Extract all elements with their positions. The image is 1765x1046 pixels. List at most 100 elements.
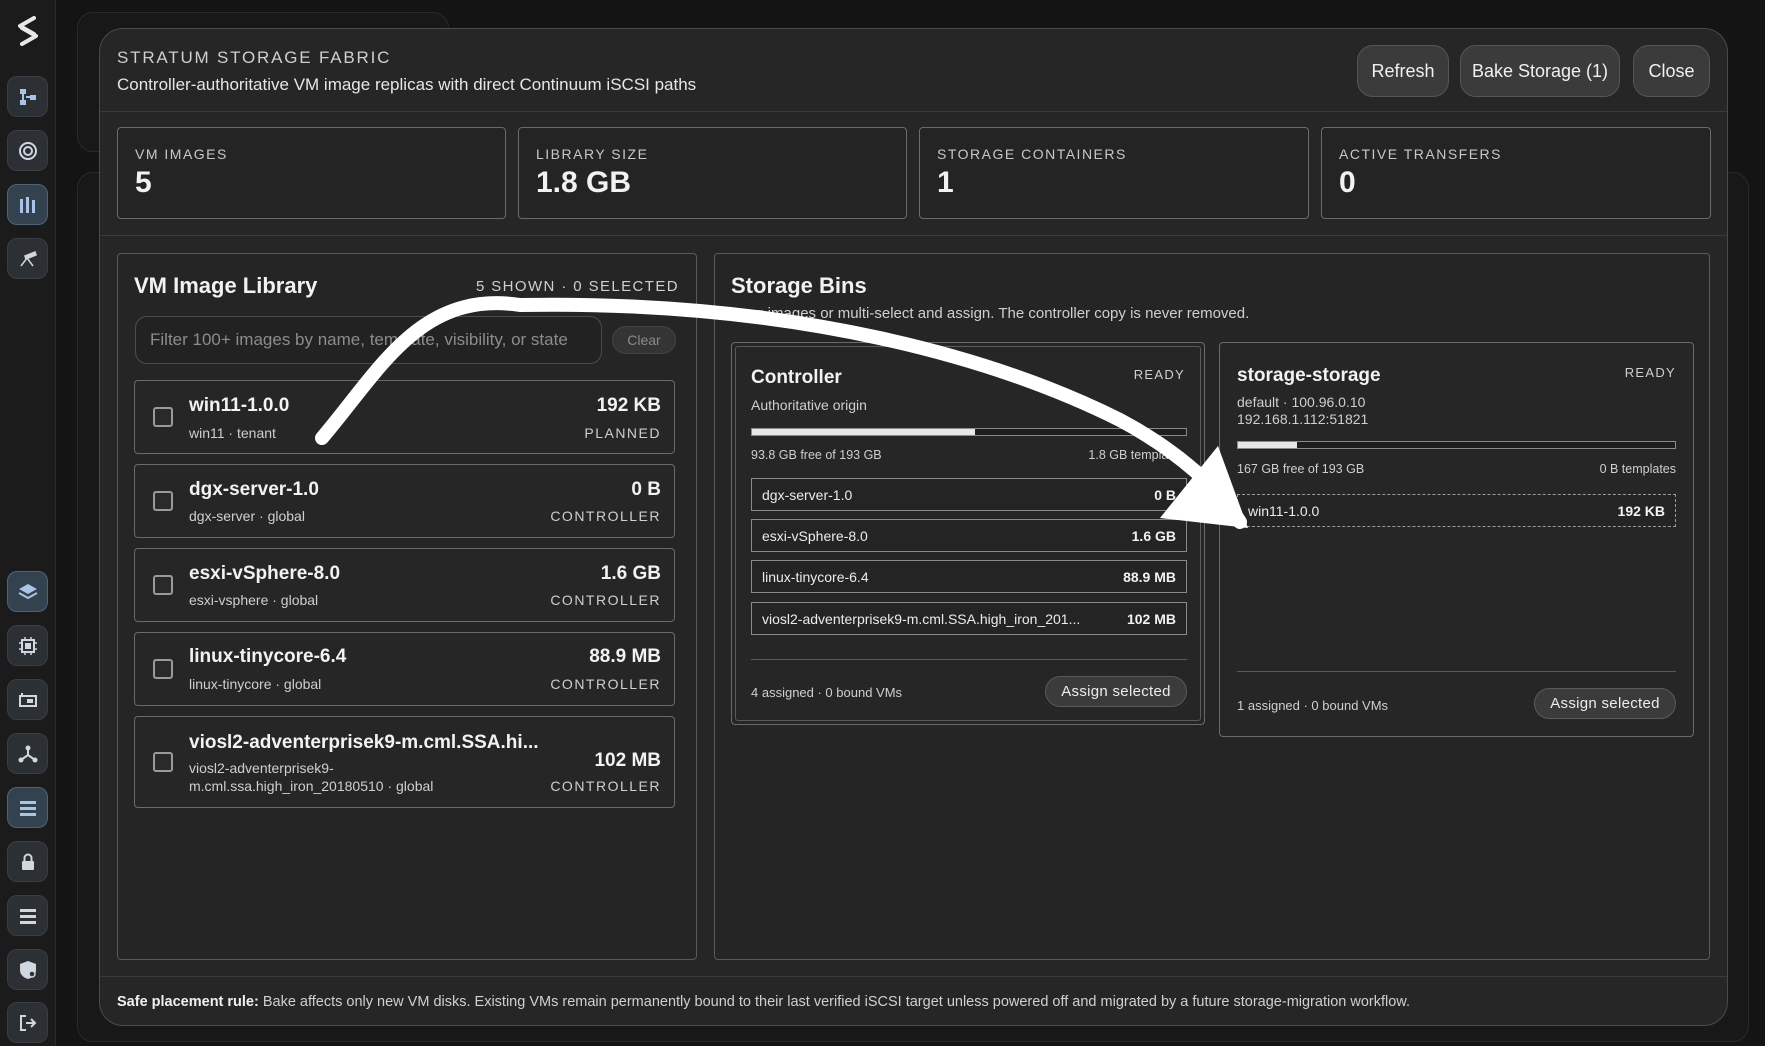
bin-sub-line2: 192.168.1.112:51821 (1237, 411, 1369, 427)
item-sub: esxi-vsphere · global (189, 592, 319, 608)
shield-icon[interactable] (7, 949, 48, 990)
close-button[interactable]: Close (1633, 45, 1710, 97)
stat-library-size: LIBRARY SIZE 1.8 GB (518, 127, 907, 219)
item-state: CONTROLLER (550, 676, 661, 692)
vm-image-library-panel: VM Image Library 5 SHOWN · 0 SELECTED Cl… (117, 253, 697, 960)
clear-filter-button[interactable]: Clear (612, 326, 676, 354)
library-item-win11[interactable]: win11-1.0.0 win11 · tenant 192 KB PLANNE… (134, 380, 675, 454)
bin-controller[interactable]: Controller READY Authoritative origin 93… (731, 342, 1205, 725)
refresh-button[interactable]: Refresh (1357, 45, 1449, 97)
stat-label: STORAGE CONTAINERS (937, 146, 1127, 162)
lock-icon[interactable] (7, 841, 48, 882)
logout-icon[interactable] (7, 1002, 48, 1043)
bin-row[interactable]: win11-1.0.0 192 KB (1237, 494, 1676, 527)
target-icon[interactable] (7, 130, 48, 171)
layers-icon[interactable] (7, 571, 48, 612)
bin-usage-bar (751, 428, 1187, 436)
item-state: CONTROLLER (550, 592, 661, 608)
row-size: 1.6 GB (1131, 528, 1176, 544)
item-name: esxi-vSphere-8.0 (189, 563, 341, 584)
bin-usage-bar (1237, 441, 1676, 449)
item-name: viosl2-adventerprisek9-m.cml.SSA.hi... (189, 732, 539, 753)
library-filter-input[interactable] (135, 316, 602, 364)
item-sub-line2: m.cml.ssa.high_iron_20180510 · global (189, 778, 434, 794)
bin-separator (751, 659, 1187, 660)
item-name: win11-1.0.0 (189, 395, 290, 416)
bin-sub-line1: default · 100.96.0.10 (1237, 394, 1366, 410)
modal-header: STRATUM STORAGE FABRIC Controller-author… (100, 29, 1727, 112)
bin-sub: Authoritative origin (751, 397, 867, 413)
item-checkbox[interactable] (153, 407, 173, 427)
safe-placement-rule: Safe placement rule: Bake affects only n… (117, 994, 1410, 1010)
stat-label: VM IMAGES (135, 146, 228, 162)
row-name: win11-1.0.0 (1248, 503, 1320, 519)
bin-footer: 4 assigned · 0 bound VMs (751, 685, 903, 700)
row-size: 102 MB (1126, 611, 1176, 627)
assign-selected-button[interactable]: Assign selected (1534, 688, 1676, 719)
item-state: CONTROLLER (550, 778, 661, 794)
bin-row[interactable]: linux-tinycore-6.4 88.9 MB (751, 560, 1187, 593)
item-state: CONTROLLER (550, 508, 661, 524)
bin-usage-fill (1238, 442, 1297, 448)
row-size: 88.9 MB (1123, 569, 1176, 585)
stat-active-transfers: ACTIVE TRANSFERS 0 (1321, 127, 1711, 219)
row-name: linux-tinycore-6.4 (762, 569, 869, 585)
bin-free: 93.8 GB free of 193 GB (751, 448, 882, 462)
bin-free: 167 GB free of 193 GB (1237, 462, 1365, 476)
item-sub-line1: viosl2-adventerprisek9- (189, 760, 334, 776)
bin-name: storage-storage (1237, 365, 1381, 386)
library-item-linux-tinycore[interactable]: linux-tinycore-6.4 linux-tinycore · glob… (134, 632, 675, 706)
bin-row[interactable]: esxi-vSphere-8.0 1.6 GB (751, 519, 1187, 552)
app-logo-icon (18, 16, 38, 46)
library-item-viosl2[interactable]: viosl2-adventerprisek9-m.cml.SSA.hi... v… (134, 716, 675, 808)
row-name: dgx-server-1.0 (762, 487, 853, 503)
bin-row[interactable]: viosl2-adventerprisek9-m.cml.SSA.high_ir… (751, 602, 1187, 635)
stat-vm-images: VM IMAGES 5 (117, 127, 506, 219)
stat-value: 1.8 GB (536, 166, 632, 199)
item-name: dgx-server-1.0 (189, 479, 319, 500)
topology-icon[interactable] (7, 76, 48, 117)
item-checkbox[interactable] (153, 752, 173, 772)
bake-storage-button[interactable]: Bake Storage (1) (1460, 45, 1620, 97)
item-size: 102 MB (594, 750, 661, 771)
item-sub: linux-tinycore · global (189, 676, 322, 692)
storage-fabric-modal: STRATUM STORAGE FABRIC Controller-author… (99, 28, 1728, 1026)
modal-title: STRATUM STORAGE FABRIC (117, 48, 392, 67)
stat-label: ACTIVE TRANSFERS (1339, 146, 1502, 162)
bin-usage-fill (752, 429, 976, 435)
item-state: PLANNED (584, 425, 661, 441)
item-checkbox[interactable] (153, 659, 173, 679)
stat-value: 0 (1339, 166, 1356, 199)
item-size: 88.9 MB (589, 646, 661, 667)
bins-title: Storage Bins (731, 273, 867, 298)
assign-selected-button[interactable]: Assign selected (1045, 676, 1187, 707)
chip-icon[interactable] (7, 625, 48, 666)
bin-footer: 1 assigned · 0 bound VMs (1237, 698, 1389, 713)
item-checkbox[interactable] (153, 575, 173, 595)
server-card-icon[interactable] (7, 679, 48, 720)
bin-row[interactable]: dgx-server-1.0 0 B (751, 478, 1187, 511)
item-size: 192 KB (596, 395, 661, 416)
rows-icon[interactable] (7, 895, 48, 936)
row-name: esxi-vSphere-8.0 (762, 528, 868, 544)
library-title: VM Image Library (134, 273, 318, 298)
modal-footer: Safe placement rule: Bake affects only n… (100, 976, 1727, 1025)
item-checkbox[interactable] (153, 491, 173, 511)
bin-name: Controller (751, 367, 842, 388)
rule-label: Safe placement rule: (117, 994, 259, 1010)
storage-bins-panel: Storage Bins Drag images or multi-select… (714, 253, 1710, 960)
network-icon[interactable] (7, 733, 48, 774)
library-item-dgx-server[interactable]: dgx-server-1.0 dgx-server · global 0 B C… (134, 464, 675, 538)
library-item-esxi[interactable]: esxi-vSphere-8.0 esxi-vsphere · global 1… (134, 548, 675, 622)
stat-label: LIBRARY SIZE (536, 146, 649, 162)
telescope-icon[interactable] (7, 238, 48, 279)
storage-icon[interactable] (7, 184, 48, 225)
item-name: linux-tinycore-6.4 (189, 646, 347, 667)
bin-storage-storage[interactable]: storage-storage READY default · 100.96.0… (1219, 342, 1694, 737)
row-size: 0 B (1154, 487, 1176, 503)
library-selection-count: 5 SHOWN · 0 SELECTED (475, 278, 679, 295)
item-size: 1.6 GB (600, 563, 661, 584)
row-name: viosl2-adventerprisek9-m.cml.SSA.high_ir… (762, 611, 1081, 627)
list-icon[interactable] (7, 787, 48, 828)
item-size: 0 B (631, 479, 661, 500)
